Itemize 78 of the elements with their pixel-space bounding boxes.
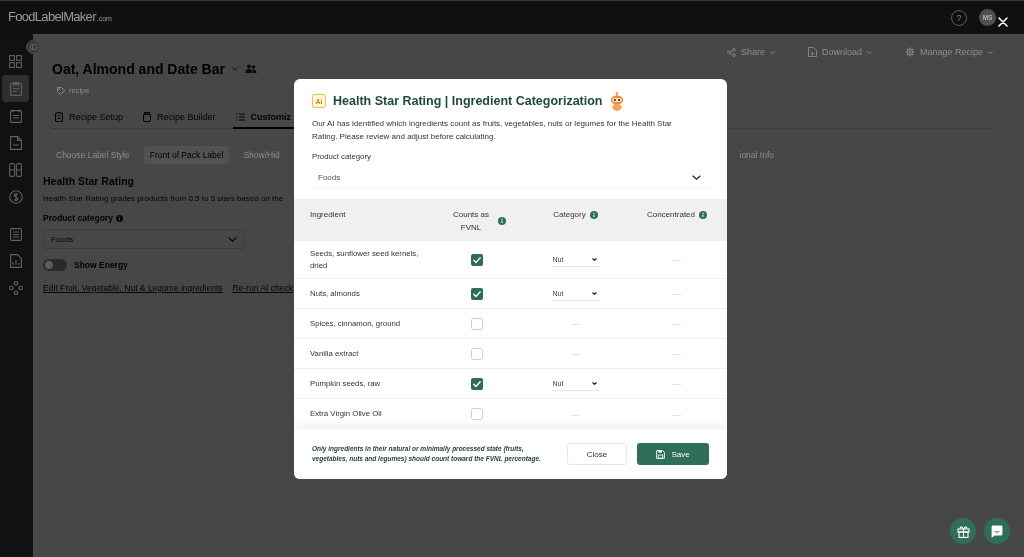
jar-icon (143, 112, 152, 122)
list-icon (235, 113, 245, 121)
sub-tab[interactable]: Front of Pack Label (143, 146, 230, 164)
column-header: Concentrated (647, 209, 695, 221)
caret-icon (988, 50, 993, 54)
people-icon[interactable] (244, 63, 257, 75)
share-icon (726, 47, 736, 57)
caret-icon (866, 50, 872, 54)
checkbox[interactable] (471, 317, 483, 330)
columns-icon (9, 162, 22, 177)
chevron-down-icon (591, 257, 597, 261)
checkbox[interactable] (471, 408, 483, 420)
empty-value: — (571, 319, 580, 328)
grid-icon (9, 55, 22, 68)
tag-icon (57, 86, 65, 95)
clipboard-icon (55, 112, 63, 122)
sidebar-toggle-button[interactable] (26, 40, 40, 54)
checklist-icon (9, 226, 22, 241)
chevron-down-icon (692, 175, 701, 180)
info-icon[interactable] (589, 210, 598, 219)
checkbox[interactable] (471, 253, 483, 266)
save-button[interactable]: Save (637, 443, 709, 465)
document-icon (9, 135, 22, 150)
gift-button[interactable] (950, 518, 976, 544)
empty-value: — (673, 349, 681, 358)
toggle-label: Show Energy (74, 260, 128, 270)
chat-bubble-icon (991, 524, 1003, 538)
checkbox[interactable] (471, 377, 483, 390)
column-header: Ingredient (310, 209, 346, 221)
empty-value: — (673, 289, 681, 298)
section-heading: Health Star Rating (43, 175, 134, 187)
tab[interactable]: Recipe Setup (52, 108, 127, 129)
empty-value: — (571, 409, 580, 419)
dialog-description: Our AI has identified which ingredients count as fruits, vegetables, nuts or legumes for the Health Star Rating. Please review and adjust before calculating. (312, 118, 673, 143)
robot-mascot-icon (609, 91, 624, 111)
empty-value: — (571, 349, 580, 358)
recipe-title: Oat, Almond and Date Bar (52, 60, 225, 78)
sub-tab[interactable]: ional Info (733, 146, 780, 164)
document-icon (807, 47, 817, 57)
column-header: Counts as FVNL (452, 209, 490, 234)
sidebar-item[interactable] (2, 75, 29, 102)
close-button[interactable]: Close (567, 443, 627, 465)
sub-tab[interactable]: Choose Label Style (50, 146, 136, 164)
chevron-down-icon (228, 236, 237, 242)
close-icon[interactable] (998, 17, 1008, 27)
gift-icon (956, 524, 970, 538)
chevron-down-icon (591, 291, 597, 295)
chat-button[interactable] (984, 518, 1010, 544)
notepad-icon (9, 108, 22, 123)
panel-icon (29, 44, 37, 50)
toolbar-button[interactable]: Download (807, 47, 872, 57)
empty-value: — (673, 409, 681, 419)
settings-icon (904, 47, 915, 57)
toolbar-button[interactable]: Manage Recipe (904, 47, 993, 57)
chevron-down-icon (591, 381, 597, 385)
chevron-down-icon[interactable] (231, 67, 238, 71)
info-icon[interactable] (498, 217, 506, 225)
caret-icon (769, 50, 775, 54)
nodes-icon (8, 280, 23, 295)
empty-value: — (673, 255, 681, 264)
sub-tab[interactable]: Show/Hid (237, 146, 286, 164)
dialog-title: Health Star Rating | Ingredient Categorization (333, 94, 603, 108)
info-icon[interactable] (699, 210, 707, 219)
empty-value: — (673, 319, 681, 328)
toggle-switch[interactable] (43, 259, 67, 271)
checkbox[interactable] (471, 287, 483, 300)
checkbox[interactable] (471, 347, 483, 360)
report-icon (9, 253, 22, 268)
column-header: Category (553, 209, 586, 221)
toolbar-button[interactable]: Share (726, 47, 775, 57)
category-select[interactable]: Foods (312, 167, 709, 189)
field-label: Product category (43, 213, 113, 223)
empty-value: — (673, 379, 681, 388)
link[interactable]: Edit Fruit, Vegetable, Nut & Legume ingredients (43, 283, 223, 293)
dollar-icon (8, 189, 23, 204)
tab[interactable]: Recipe Builder (140, 108, 219, 129)
info-icon[interactable] (115, 214, 123, 222)
clipboard-icon (9, 81, 22, 96)
